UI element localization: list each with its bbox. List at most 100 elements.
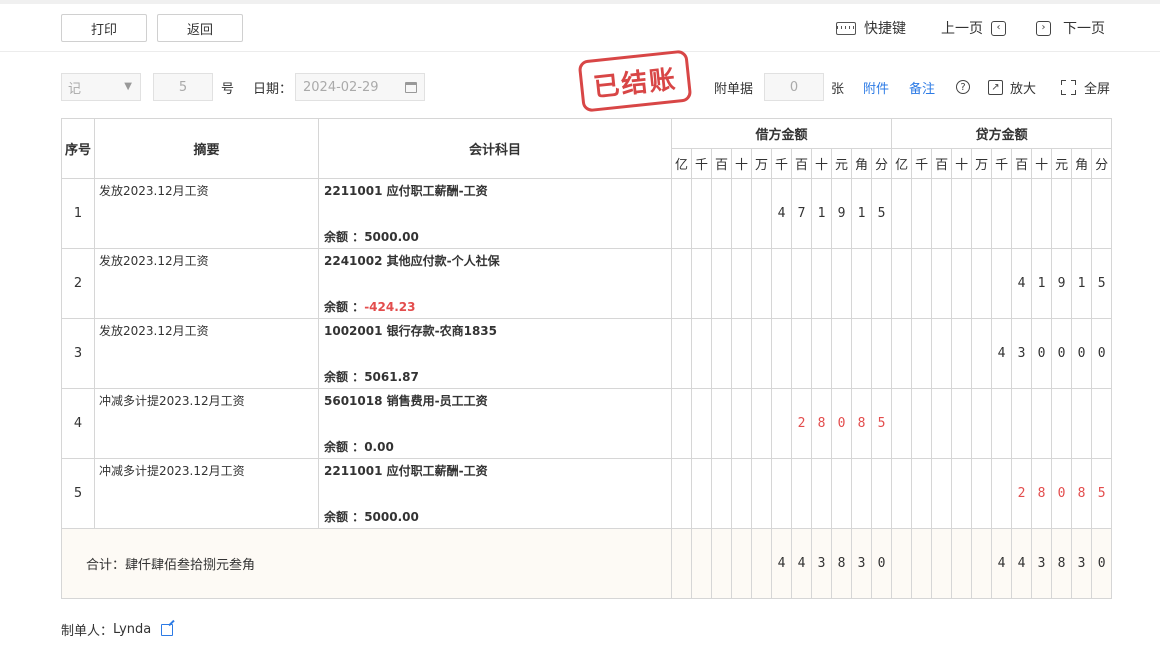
debit-digit[interactable] [711,388,732,459]
credit-digit[interactable] [891,318,913,389]
credit-digit[interactable]: 0 [1051,318,1073,389]
credit-digit[interactable] [1031,388,1053,459]
zoom-button[interactable]: ↗ 放大 [988,73,1036,101]
debit-digit[interactable]: 0 [831,388,852,459]
credit-digit[interactable] [951,388,973,459]
entry-row[interactable]: 1 发放2023.12月工资 2211001 应付职工薪酬-工资 余额 ：5000.0… [61,178,1113,249]
debit-digit[interactable]: 4 [771,178,792,249]
entry-summary[interactable]: 发放2023.12月工资 [94,318,319,389]
credit-digit[interactable] [891,458,913,529]
debit-digit[interactable] [791,248,812,319]
debit-digit[interactable] [811,318,832,389]
debit-digit[interactable] [671,248,692,319]
debit-digit[interactable] [711,178,732,249]
credit-digit[interactable]: 9 [1051,248,1073,319]
credit-digit[interactable]: 1 [1031,248,1053,319]
debit-digit[interactable]: 5 [870,178,893,249]
debit-digit[interactable]: 1 [851,178,872,249]
debit-digit[interactable] [731,248,752,319]
back-button[interactable]: 返回 [157,14,243,42]
print-button[interactable]: 打印 [61,14,147,42]
credit-digit[interactable] [951,178,973,249]
entry-summary[interactable]: 冲减多计提2023.12月工资 [94,388,319,459]
credit-digit[interactable]: 1 [1071,248,1093,319]
debit-digit[interactable] [831,248,852,319]
edit-icon[interactable] [161,623,174,636]
credit-digit[interactable] [1071,388,1093,459]
debit-digit[interactable] [851,318,872,389]
credit-digit[interactable] [911,388,933,459]
credit-digit[interactable] [951,458,973,529]
debit-digit[interactable] [831,458,852,529]
debit-digit[interactable]: 9 [831,178,852,249]
voucher-number-input[interactable]: 5 [153,73,213,101]
credit-digit[interactable]: 8 [1071,458,1093,529]
debit-digit[interactable] [851,458,872,529]
credit-digit[interactable] [1071,178,1093,249]
help-button[interactable]: ? [956,73,970,101]
entry-row[interactable]: 4 冲减多计提2023.12月工资 5601018 销售费用-员工工资 余额 ：0.0… [61,388,1113,459]
credit-digit[interactable] [971,178,993,249]
credit-digit[interactable]: 4 [1011,248,1033,319]
credit-digit[interactable] [891,178,913,249]
debit-digit[interactable] [691,458,712,529]
debit-digit[interactable] [711,318,732,389]
debit-digit[interactable] [731,458,752,529]
note-link[interactable]: 备注 [909,73,935,101]
debit-digit[interactable] [751,178,772,249]
entry-account[interactable]: 5601018 销售费用-员工工资 余额 ：0.00 [318,388,672,459]
credit-digit[interactable] [1091,388,1113,459]
debit-digit[interactable] [751,318,772,389]
entry-account[interactable]: 2211001 应付职工薪酬-工资 余额 ：5000.00 [318,458,672,529]
credit-digit[interactable]: 0 [1091,318,1113,389]
entry-row[interactable]: 5 冲减多计提2023.12月工资 2211001 应付职工薪酬-工资 余额 ：500… [61,458,1113,529]
debit-digit[interactable] [771,458,792,529]
debit-digit[interactable]: 2 [791,388,812,459]
credit-digit[interactable] [1011,178,1033,249]
debit-digit[interactable] [771,388,792,459]
credit-digit[interactable] [911,248,933,319]
debit-digit[interactable] [691,178,712,249]
credit-digit[interactable]: 0 [1031,318,1053,389]
credit-digit[interactable] [911,318,933,389]
debit-digit[interactable] [751,388,772,459]
credit-digit[interactable] [971,388,993,459]
debit-digit[interactable] [691,318,712,389]
debit-digit[interactable] [731,178,752,249]
credit-digit[interactable] [931,318,953,389]
credit-digit[interactable] [1091,178,1113,249]
credit-digit[interactable] [971,248,993,319]
debit-digit[interactable] [771,318,792,389]
credit-digit[interactable]: 4 [991,318,1013,389]
debit-digit[interactable]: 1 [811,178,832,249]
attach-count-input[interactable]: 0 [764,73,824,101]
entry-summary[interactable]: 发放2023.12月工资 [94,178,319,249]
credit-digit[interactable] [911,458,933,529]
credit-digit[interactable] [991,388,1013,459]
entry-account[interactable]: 2211001 应付职工薪酬-工资 余额 ：5000.00 [318,178,672,249]
credit-digit[interactable]: 0 [1051,458,1073,529]
credit-digit[interactable]: 2 [1011,458,1033,529]
credit-digit[interactable] [931,248,953,319]
entry-account[interactable]: 2241002 其他应付款-个人社保 余额 ：-424.23 [318,248,672,319]
voucher-type-select[interactable]: 记 ▼ [61,73,141,101]
entry-row[interactable]: 2 发放2023.12月工资 2241002 其他应付款-个人社保 余额 ：-424.… [61,248,1113,319]
attachment-link[interactable]: 附件 [863,73,889,101]
debit-digit[interactable] [671,388,692,459]
debit-digit[interactable] [711,248,732,319]
entry-summary[interactable]: 冲减多计提2023.12月工资 [94,458,319,529]
debit-digit[interactable] [831,318,852,389]
debit-digit[interactable] [671,178,692,249]
debit-digit[interactable] [691,388,712,459]
credit-digit[interactable] [1011,388,1033,459]
credit-digit[interactable] [891,388,913,459]
credit-digit[interactable] [931,178,953,249]
debit-digit[interactable] [711,458,732,529]
credit-digit[interactable] [991,248,1013,319]
debit-digit[interactable] [791,458,812,529]
credit-digit[interactable] [1051,178,1073,249]
debit-digit[interactable] [731,318,752,389]
debit-digit[interactable]: 5 [870,388,893,459]
debit-digit[interactable] [791,318,812,389]
debit-digit[interactable] [731,388,752,459]
